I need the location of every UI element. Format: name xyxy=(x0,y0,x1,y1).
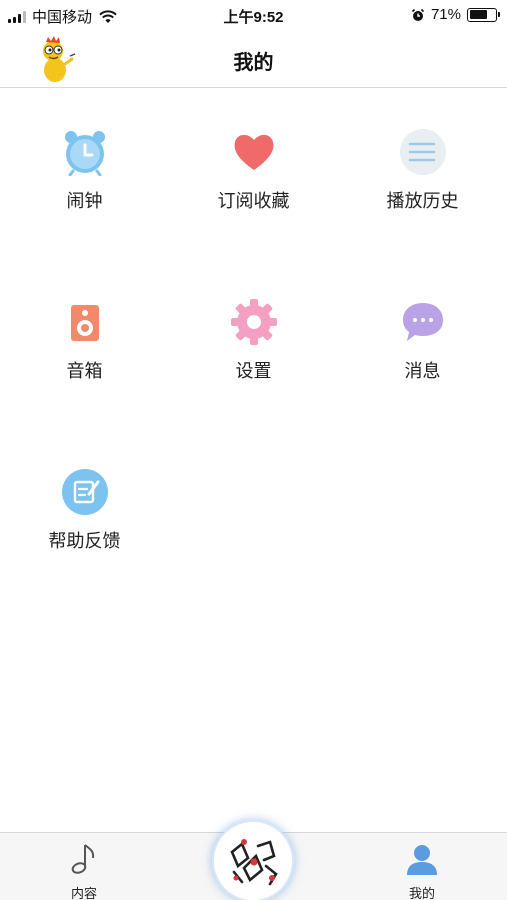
tab-label: 内容 xyxy=(70,886,97,900)
tab-mine[interactable]: 我的 xyxy=(362,833,482,900)
alarm-status-icon xyxy=(411,8,425,21)
menu-item-speaker[interactable]: 音箱 xyxy=(0,258,169,381)
center-play-button[interactable] xyxy=(212,820,294,900)
nav-header: 我的 xyxy=(0,30,507,88)
menu-item-subscriptions[interactable]: 订阅收藏 xyxy=(169,88,338,211)
menu-item-label: 订阅收藏 xyxy=(217,191,290,211)
menu-item-settings[interactable]: 设置 xyxy=(169,258,338,381)
music-note-icon xyxy=(71,844,95,874)
tab-content[interactable]: 内容 xyxy=(24,833,144,900)
menu-item-history[interactable]: 播放历史 xyxy=(338,88,507,211)
menu-item-alarm[interactable]: 闹钟 xyxy=(0,88,169,211)
status-bar: 中国移动 上午9:52 71% xyxy=(0,0,507,30)
menu-item-help-feedback[interactable]: 帮助反馈 xyxy=(0,428,169,551)
gear-icon xyxy=(231,299,277,345)
edit-note-icon xyxy=(62,469,108,515)
menu-item-label: 帮助反馈 xyxy=(48,531,121,551)
battery-percent: 71% xyxy=(430,6,461,23)
menu-item-label: 音箱 xyxy=(66,361,103,381)
tab-label: 我的 xyxy=(408,886,435,900)
menu-item-messages[interactable]: 消息 xyxy=(338,258,507,381)
chat-bubble-icon xyxy=(403,303,443,341)
menu-item-label: 播放历史 xyxy=(386,191,459,211)
heart-icon xyxy=(234,134,274,170)
speaker-icon xyxy=(71,305,99,341)
alarm-clock-icon xyxy=(65,131,105,176)
menu-item-label: 设置 xyxy=(235,361,272,381)
menu-item-label: 消息 xyxy=(404,361,441,381)
status-right: 71% xyxy=(411,6,500,23)
battery-fill xyxy=(469,10,488,19)
menu-item-label: 闹钟 xyxy=(66,191,103,211)
person-icon xyxy=(407,845,437,875)
page-title: 我的 xyxy=(233,52,274,74)
battery-icon xyxy=(467,7,500,22)
album-cover-icon xyxy=(215,823,291,899)
list-icon xyxy=(400,129,446,175)
